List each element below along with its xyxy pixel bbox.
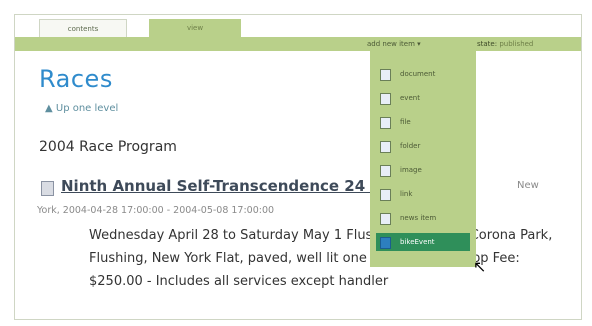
folder-icon: [380, 141, 391, 153]
menu-item-folder[interactable]: folder: [376, 137, 470, 155]
bike-event-icon: [380, 237, 391, 249]
menu-item-event[interactable]: event: [376, 89, 470, 107]
menu-item-label: event: [400, 94, 420, 102]
tab-contents[interactable]: contents: [39, 19, 127, 38]
menu-item-image[interactable]: image: [376, 161, 470, 179]
menu-item-label: news item: [400, 214, 437, 222]
menu-item-label: file: [400, 118, 411, 126]
mouse-cursor-icon: ↖: [473, 257, 487, 276]
add-item-menu: document event file folder image link ne…: [370, 51, 476, 267]
menu-item-file[interactable]: file: [376, 113, 470, 131]
menu-item-document[interactable]: document: [376, 65, 470, 83]
menu-item-link[interactable]: link: [376, 185, 470, 203]
document-icon: [41, 181, 54, 196]
menu-item-news-item[interactable]: news item: [376, 209, 470, 227]
content-frame: contents view add new item ▾ state: publ…: [14, 14, 582, 320]
menu-item-label: bikeEvent: [400, 238, 435, 246]
state-indicator[interactable]: state: published: [477, 39, 533, 49]
event-meta: York, 2004-04-28 17:00:00 - 2004-05-08 1…: [37, 205, 275, 216]
link-icon: [380, 189, 391, 201]
state-value: published: [499, 40, 534, 48]
menu-item-label: folder: [400, 142, 421, 150]
menu-item-label: link: [400, 190, 413, 198]
page-title: Races: [39, 65, 113, 93]
up-one-level-link[interactable]: ▲ Up one level: [45, 103, 118, 114]
event-icon: [380, 93, 391, 105]
menu-item-bike-event[interactable]: bikeEvent: [376, 233, 470, 251]
document-icon: [380, 69, 391, 81]
state-label: state:: [477, 40, 498, 48]
menu-item-label: document: [400, 70, 436, 78]
news-item-icon: [380, 213, 391, 225]
event-description: Wednesday April 28 to Saturday May 1 Flu…: [89, 228, 553, 289]
file-icon: [380, 117, 391, 129]
menu-item-label: image: [400, 166, 422, 174]
event-location: New: [517, 180, 539, 191]
image-icon: [380, 165, 391, 177]
add-new-item-dropdown[interactable]: add new item ▾: [367, 39, 421, 49]
program-heading: 2004 Race Program: [39, 139, 177, 155]
action-bar: add new item ▾ state: published: [15, 37, 581, 51]
tab-view[interactable]: view: [149, 19, 241, 37]
